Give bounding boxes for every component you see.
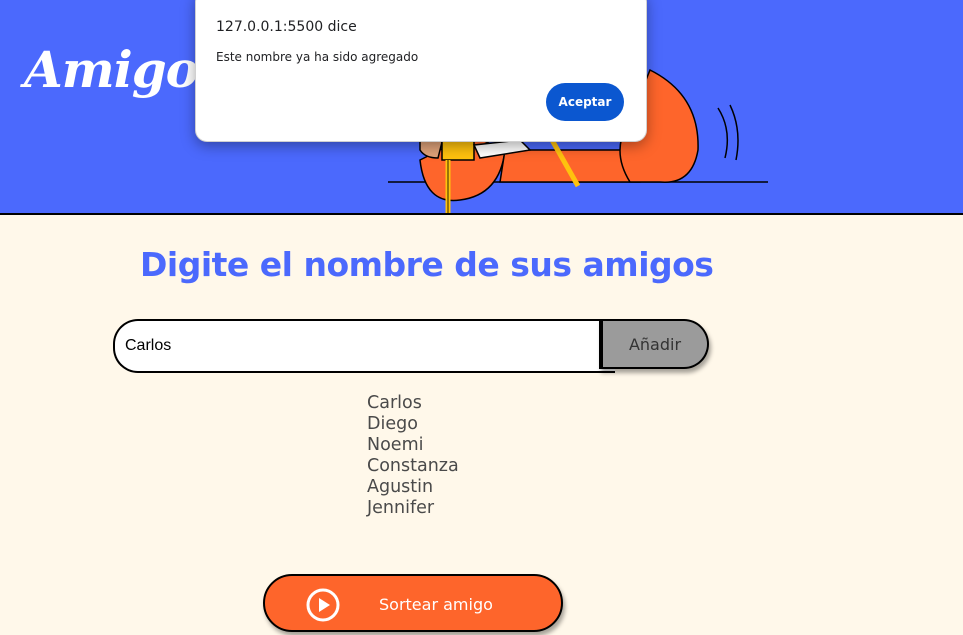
friend-list-item: Constanza [367,456,459,476]
friend-name-input[interactable] [113,319,615,373]
draw-friend-label: Sortear amigo [379,595,493,614]
alert-ok-button[interactable]: Aceptar [546,83,624,121]
friend-list-item: Carlos [367,393,422,413]
alert-origin: 127.0.0.1:5500 dice [216,19,357,35]
alert-message: Este nombre ya ha sido agregado [216,50,419,64]
friend-list-item: Diego [367,414,418,434]
friend-list-item: Agustin [367,477,434,497]
play-circle-icon [306,588,340,622]
header-divider [0,213,963,215]
friend-input-group: Añadir [113,319,713,373]
friend-list-item: Jennifer [367,498,435,518]
friend-list-item: Noemi [367,435,424,455]
alert-dialog: 127.0.0.1:5500 dice Este nombre ya ha si… [195,0,647,142]
add-button[interactable]: Añadir [599,319,709,369]
section-title: Digite el nombre de sus amigos [140,245,714,284]
draw-friend-button[interactable]: Sortear amigo [263,574,563,632]
friends-list: Carlos Diego Noemi Constanza Agustin Jennifer [367,393,459,519]
